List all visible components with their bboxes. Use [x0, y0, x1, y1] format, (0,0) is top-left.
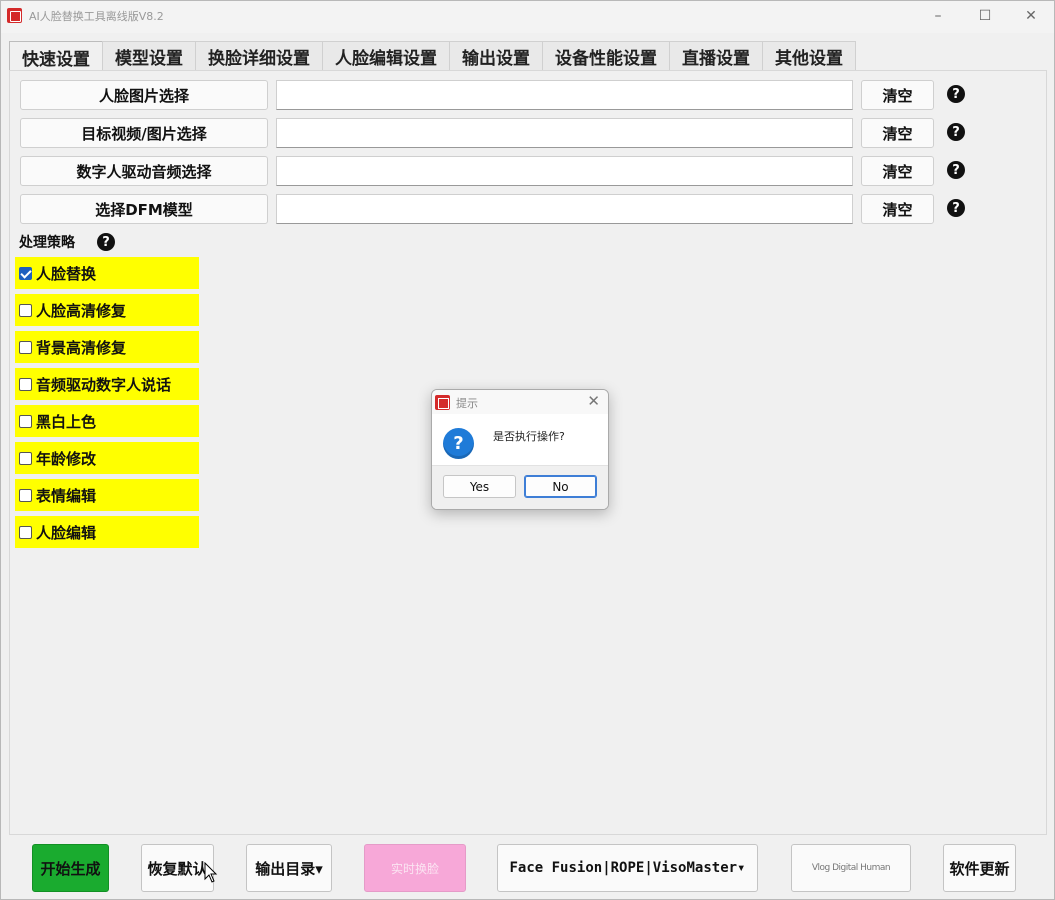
- yes-button[interactable]: Yes: [443, 475, 516, 498]
- help-icon[interactable]: ?: [97, 233, 115, 251]
- option-label: 人脸编辑: [36, 523, 97, 542]
- tab-quick-settings[interactable]: 快速设置: [9, 41, 103, 72]
- title-bar: AI人脸替换工具离线版V8.2 – ☐ ✕: [1, 1, 1054, 33]
- help-icon[interactable]: ?: [947, 85, 965, 103]
- tab-bar: 快速设置 模型设置 换脸详细设置 人脸编辑设置 输出设置 设备性能设置 直播设置…: [9, 41, 856, 72]
- target-video-row: 目标视频/图片选择 清空 ?: [20, 118, 980, 148]
- tab-output-settings[interactable]: 输出设置: [449, 41, 543, 71]
- tab-device-settings[interactable]: 设备性能设置: [542, 41, 670, 71]
- tab-swap-detail-settings[interactable]: 换脸详细设置: [195, 41, 323, 71]
- confirm-dialog: 提示 ✕ ? 是否执行操作? Yes No: [431, 389, 609, 510]
- output-dir-button[interactable]: 输出目录▾: [246, 844, 332, 892]
- help-icon[interactable]: ?: [947, 123, 965, 141]
- audio-select-button[interactable]: 数字人驱动音频选择: [20, 156, 268, 186]
- app-icon: [435, 395, 450, 410]
- help-icon[interactable]: ?: [947, 199, 965, 217]
- dialog-close-icon[interactable]: ✕: [587, 392, 600, 410]
- checkbox[interactable]: [19, 377, 32, 391]
- tab-other-settings[interactable]: 其他设置: [762, 41, 856, 71]
- option-label: 黑白上色: [36, 412, 97, 431]
- help-icon[interactable]: ?: [947, 161, 965, 179]
- option-label: 人脸高清修复: [36, 301, 127, 320]
- start-generate-button[interactable]: 开始生成: [32, 844, 109, 892]
- app-icon: [7, 8, 22, 23]
- option-label: 音频驱动数字人说话: [36, 375, 172, 394]
- option-face-edit[interactable]: 人脸编辑: [15, 516, 199, 548]
- mouse-cursor-icon: [204, 862, 218, 883]
- audio-row: 数字人驱动音频选择 清空 ?: [20, 156, 980, 186]
- face-image-clear-button[interactable]: 清空: [861, 80, 934, 110]
- option-colorize[interactable]: 黑白上色: [15, 405, 199, 437]
- window-title: AI人脸替换工具离线版V8.2: [29, 10, 164, 23]
- dialog-message: 是否执行操作?: [493, 430, 565, 443]
- avatar-tool-button[interactable]: Vlog Digital Human: [791, 844, 911, 892]
- no-button[interactable]: No: [524, 475, 597, 498]
- checkbox[interactable]: [19, 525, 32, 539]
- checkbox[interactable]: [19, 414, 32, 428]
- dialog-title-bar: 提示 ✕: [432, 390, 608, 414]
- dialog-title: 提示: [456, 397, 478, 410]
- tab-model-settings[interactable]: 模型设置: [102, 41, 196, 71]
- question-icon: ?: [443, 428, 474, 459]
- target-video-path-field[interactable]: [276, 118, 853, 148]
- strategy-label: 处理策略: [19, 235, 75, 251]
- option-label: 背景高清修复: [36, 338, 127, 357]
- checkbox[interactable]: [19, 303, 32, 317]
- main-window: AI人脸替换工具离线版V8.2 – ☐ ✕ 快速设置 模型设置 换脸详细设置 人…: [0, 0, 1055, 900]
- option-label: 年龄修改: [36, 449, 97, 468]
- option-label: 表情编辑: [36, 486, 97, 505]
- option-background-hd-restore[interactable]: 背景高清修复: [15, 331, 199, 363]
- engine-select-button[interactable]: Face Fusion|ROPE|VisoMaster▾: [497, 844, 758, 892]
- minimize-button[interactable]: –: [916, 3, 960, 29]
- close-button[interactable]: ✕: [1009, 3, 1053, 29]
- checkbox[interactable]: [19, 488, 32, 502]
- dfm-model-path-field[interactable]: [276, 194, 853, 224]
- option-label: 人脸替换: [36, 264, 97, 283]
- face-image-select-button[interactable]: 人脸图片选择: [20, 80, 268, 110]
- option-expression-edit[interactable]: 表情编辑: [15, 479, 199, 511]
- face-image-path-field[interactable]: [276, 80, 853, 110]
- checkbox[interactable]: [19, 451, 32, 465]
- option-face-hd-restore[interactable]: 人脸高清修复: [15, 294, 199, 326]
- target-video-select-button[interactable]: 目标视频/图片选择: [20, 118, 268, 148]
- option-audio-driven-avatar[interactable]: 音频驱动数字人说话: [15, 368, 199, 400]
- tab-face-edit-settings[interactable]: 人脸编辑设置: [322, 41, 450, 71]
- checkbox[interactable]: [19, 340, 32, 354]
- dfm-model-clear-button[interactable]: 清空: [861, 194, 934, 224]
- audio-path-field[interactable]: [276, 156, 853, 186]
- software-update-button[interactable]: 软件更新: [943, 844, 1016, 892]
- audio-clear-button[interactable]: 清空: [861, 156, 934, 186]
- dialog-footer: Yes No: [432, 465, 608, 509]
- face-image-row: 人脸图片选择 清空 ?: [20, 80, 980, 110]
- tab-live-settings[interactable]: 直播设置: [669, 41, 763, 71]
- option-face-swap[interactable]: 人脸替换: [15, 257, 199, 289]
- realtime-swap-button[interactable]: 实时换脸: [364, 844, 466, 892]
- dfm-model-row: 选择DFM模型 清空 ?: [20, 194, 980, 224]
- dfm-model-select-button[interactable]: 选择DFM模型: [20, 194, 268, 224]
- checkbox-checked[interactable]: [19, 266, 32, 280]
- option-age-edit[interactable]: 年龄修改: [15, 442, 199, 474]
- maximize-button[interactable]: ☐: [963, 3, 1007, 29]
- target-video-clear-button[interactable]: 清空: [861, 118, 934, 148]
